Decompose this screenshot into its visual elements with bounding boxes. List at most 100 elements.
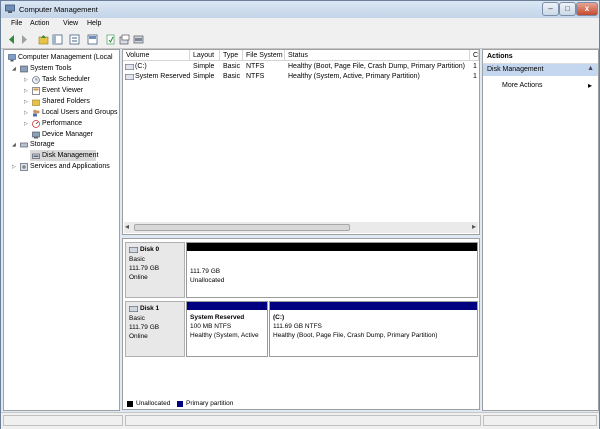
tree-storage[interactable]: Storage	[30, 140, 55, 150]
cell-file-system: NTFS	[246, 63, 265, 70]
expand-icon[interactable]: ▷	[24, 110, 28, 116]
submenu-arrow-icon: ▸	[587, 81, 592, 90]
expand-icon[interactable]: ▷	[24, 88, 28, 94]
partition-system-reserved[interactable]: System Reserved 100 MB NTFS Healthy (Sys…	[186, 301, 268, 357]
tree-device-manager[interactable]: Device Manager	[42, 130, 93, 140]
navigation-tree: Computer Management (Local ◢ System Tool…	[3, 49, 120, 411]
minimize-button[interactable]: –	[542, 2, 559, 16]
cell-capacity: 1	[473, 73, 477, 80]
tree-task-scheduler[interactable]: Task Scheduler	[42, 75, 90, 85]
column-type[interactable]: Type	[220, 50, 243, 61]
collapse-icon[interactable]: ◢	[12, 66, 16, 72]
unallocated-bar	[187, 243, 477, 251]
computer-management-window: Computer Management – □ x File Action Vi…	[0, 0, 600, 429]
expand-icon[interactable]: ▷	[12, 164, 16, 170]
back-icon[interactable]	[6, 34, 17, 45]
actions-title: Actions	[487, 53, 513, 60]
collapse-icon[interactable]: ◢	[12, 142, 16, 148]
system-tools-icon	[20, 65, 28, 73]
tree-system-tools[interactable]: System Tools	[30, 64, 72, 74]
tree-disk-management[interactable]: Disk Management	[42, 151, 98, 161]
disk-icon	[129, 247, 138, 253]
disk-state: Online	[129, 333, 148, 340]
disk-type: Basic	[129, 256, 145, 263]
performance-icon	[32, 120, 40, 128]
scroll-left-button[interactable]: ◂	[125, 222, 129, 231]
status-bar	[1, 412, 599, 429]
actions-pane: Actions Disk Management ▲ More Actions ▸	[482, 49, 599, 411]
event-viewer-icon	[32, 87, 40, 95]
disk-name: Disk 1	[140, 305, 160, 312]
refresh-icon[interactable]	[105, 34, 116, 45]
drive-icon	[125, 64, 134, 70]
partition-size: 111.69 GB NTFS	[273, 323, 322, 330]
cell-volume: System Reserved	[135, 73, 191, 80]
disk-management-icon	[32, 153, 40, 159]
primary-partition-bar	[270, 302, 477, 310]
expand-icon[interactable]: ▷	[24, 77, 28, 83]
cell-file-system: NTFS	[246, 73, 265, 80]
up-folder-icon[interactable]	[38, 34, 49, 45]
cell-layout: Simple	[193, 63, 215, 70]
column-file-system[interactable]: File System	[243, 50, 285, 61]
tree-root-computer-management[interactable]: Computer Management (Local	[18, 53, 113, 63]
volume-list: Volume Layout Type File System Status C …	[122, 49, 480, 235]
unallocated-swatch	[127, 401, 133, 407]
tree-shared-folders[interactable]: Shared Folders	[42, 97, 90, 107]
properties-icon[interactable]	[69, 34, 80, 45]
disk-1-label[interactable]: Disk 1 Basic 111.79 GB Online	[125, 301, 185, 357]
legend-primary-partition: Primary partition	[186, 400, 234, 407]
disk-0-label[interactable]: Disk 0 Basic 111.79 GB Online	[125, 242, 185, 298]
partition-status: Healthy (System, Active	[190, 332, 259, 339]
disk-type: Basic	[129, 315, 145, 322]
menu-help[interactable]: Help	[87, 20, 101, 27]
close-button[interactable]: x	[576, 2, 598, 16]
tree-event-viewer[interactable]: Event Viewer	[42, 86, 83, 96]
menu-action[interactable]: Action	[30, 20, 49, 27]
partition-unallocated[interactable]: 111.79 GB Unallocated	[186, 242, 478, 298]
expand-icon[interactable]: ▷	[24, 99, 28, 105]
cell-capacity: 1	[473, 63, 477, 70]
forward-icon[interactable]	[19, 34, 30, 45]
menu-view[interactable]: View	[63, 20, 78, 27]
menu-file[interactable]: File	[11, 20, 22, 27]
scrollbar-thumb[interactable]	[134, 224, 350, 231]
storage-icon	[20, 142, 28, 148]
column-volume[interactable]: Volume	[123, 50, 190, 61]
disk-name: Disk 0	[140, 246, 160, 253]
title-bar[interactable]: Computer Management – □ x	[1, 1, 599, 18]
column-status[interactable]: Status	[285, 50, 470, 61]
help-icon[interactable]	[87, 34, 98, 45]
maximize-button[interactable]: □	[559, 2, 576, 16]
horizontal-scrollbar[interactable]: ◂ ▸	[124, 222, 478, 233]
scroll-right-button[interactable]: ▸	[472, 222, 476, 231]
tree-local-users-and-groups[interactable]: Local Users and Groups	[42, 108, 117, 118]
expand-icon[interactable]: ▷	[24, 121, 28, 127]
tree-performance[interactable]: Performance	[42, 119, 82, 129]
clock-icon	[32, 76, 40, 84]
computer-management-icon	[5, 4, 15, 13]
export-icon[interactable]	[119, 34, 130, 45]
show-hide-tree-icon[interactable]	[52, 34, 63, 45]
actions-section-label: Disk Management	[487, 66, 544, 73]
column-capacity[interactable]: C	[470, 50, 479, 61]
partition-size: 100 MB NTFS	[190, 323, 232, 330]
disk-icon[interactable]	[133, 34, 144, 45]
disk-icon	[129, 306, 138, 312]
collapse-icon[interactable]: ▲	[587, 65, 594, 72]
computer-icon	[8, 54, 16, 62]
column-layout[interactable]: Layout	[190, 50, 220, 61]
toolbar	[1, 31, 599, 49]
partition-c-drive[interactable]: (C:) 111.69 GB NTFS Healthy (Boot, Page …	[269, 301, 478, 357]
actions-header: Actions	[483, 50, 598, 64]
disk-size: 111.79 GB	[129, 265, 160, 272]
tree-services-and-applications[interactable]: Services and Applications	[30, 162, 110, 172]
cell-status: Healthy (Boot, Page File, Crash Dump, Pr…	[288, 63, 466, 70]
partition-size: 111.79 GB	[190, 268, 221, 275]
drive-icon	[125, 74, 134, 80]
status-pane	[483, 415, 597, 426]
partition-name: (C:)	[273, 314, 285, 321]
actions-section-disk-management[interactable]: Disk Management ▲	[483, 64, 598, 76]
partition-name: System Reserved	[190, 314, 245, 321]
more-actions-item[interactable]: More Actions ▸	[483, 80, 598, 91]
